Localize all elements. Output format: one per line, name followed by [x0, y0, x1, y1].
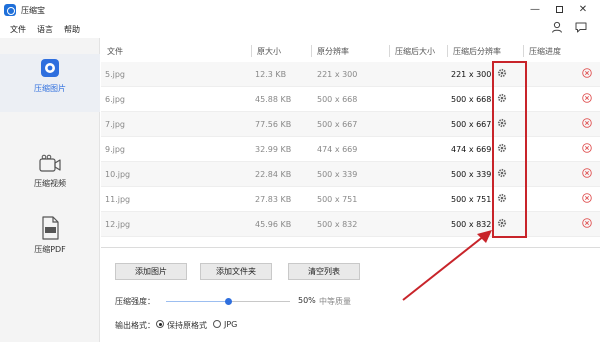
minimize-button[interactable]: — — [526, 2, 544, 17]
menu-bar: 文件 语言 帮助 — [0, 20, 600, 38]
file-name: 5.jpg — [105, 70, 126, 79]
original-resolution: 500 x 339 — [317, 170, 358, 179]
original-size: 32.99 KB — [255, 145, 292, 154]
compression-percent: 50% — [298, 296, 316, 305]
compression-slider-track-remaining[interactable] — [228, 301, 290, 302]
settings-gear-icon[interactable] — [497, 68, 507, 78]
original-resolution: 500 x 667 — [317, 120, 358, 129]
table-row[interactable]: 9.jpg 32.99 KB 474 x 669 474 x 669 — [101, 137, 600, 162]
header-progress[interactable]: 压缩进度 — [529, 46, 561, 57]
sidebar: 压缩图片 压缩视频 压缩PDF — [0, 38, 100, 342]
sidebar-item-label: 压缩图片 — [34, 84, 66, 93]
settings-gear-icon[interactable] — [497, 218, 507, 228]
column-separator — [523, 45, 524, 57]
file-name: 6.jpg — [105, 95, 126, 104]
settings-gear-icon[interactable] — [497, 143, 507, 153]
original-size: 22.84 KB — [255, 170, 292, 179]
close-button[interactable]: ✕ — [574, 2, 592, 17]
jpg-format-radio[interactable] — [213, 320, 221, 328]
compressed-resolution: 221 x 300 — [451, 70, 492, 79]
compressed-resolution: 500 x 668 — [451, 95, 492, 104]
column-separator — [389, 45, 390, 57]
compressed-resolution: 500 x 339 — [451, 170, 492, 179]
compressed-resolution: 500 x 751 — [451, 195, 492, 204]
file-name: 12.jpg — [105, 220, 131, 229]
original-size: 45.88 KB — [255, 95, 292, 104]
table-row[interactable]: 5.jpg 12.3 KB 221 x 300 221 x 300 — [101, 62, 600, 87]
settings-gear-icon[interactable] — [497, 193, 507, 203]
clear-list-button[interactable]: 清空列表 — [288, 263, 360, 280]
image-compress-icon — [41, 59, 59, 77]
original-size: 77.56 KB — [255, 120, 292, 129]
output-format-label: 输出格式： — [115, 321, 155, 330]
remove-file-icon[interactable] — [582, 118, 592, 128]
compressed-resolution: 474 x 669 — [451, 145, 492, 154]
sidebar-item-compress-video[interactable]: 压缩视频 — [0, 154, 100, 189]
sidebar-item-compress-image[interactable]: 压缩图片 — [0, 54, 100, 112]
file-name: 11.jpg — [105, 195, 131, 204]
sidebar-item-label: 压缩PDF — [34, 245, 66, 254]
compression-slider-handle[interactable] — [225, 298, 232, 305]
app-title: 压缩宝 — [21, 6, 45, 15]
original-size: 12.3 KB — [255, 70, 287, 79]
user-icon[interactable] — [550, 20, 564, 34]
remove-file-icon[interactable] — [582, 193, 592, 203]
original-resolution: 500 x 668 — [317, 95, 358, 104]
pdf-compress-icon — [42, 216, 59, 240]
compression-strength-label: 压缩强度： — [115, 297, 155, 306]
column-separator — [311, 45, 312, 57]
menu-file[interactable]: 文件 — [10, 24, 26, 35]
column-separator — [251, 45, 252, 57]
remove-file-icon[interactable] — [582, 143, 592, 153]
file-name: 7.jpg — [105, 120, 126, 129]
add-folder-button[interactable]: 添加文件夹 — [200, 263, 272, 280]
original-resolution: 474 x 669 — [317, 145, 358, 154]
maximize-icon — [555, 5, 563, 13]
table-row[interactable]: 6.jpg 45.88 KB 500 x 668 500 x 668 — [101, 87, 600, 112]
compression-quality-label: 中等质量 — [319, 297, 351, 306]
video-compress-icon — [39, 154, 61, 172]
add-image-button[interactable]: 添加图片 — [115, 263, 187, 280]
remove-file-icon[interactable] — [582, 218, 592, 228]
keep-format-radio[interactable] — [156, 320, 164, 328]
table-header: 文件 原大小 原分辨率 压缩后大小 压缩后分辨率 压缩进度 — [101, 41, 600, 63]
title-bar: 压缩宝 — ✕ — [0, 0, 600, 20]
table-row[interactable]: 11.jpg 27.83 KB 500 x 751 500 x 751 — [101, 187, 600, 212]
file-name: 9.jpg — [105, 145, 126, 154]
remove-file-icon[interactable] — [582, 168, 592, 178]
column-separator — [447, 45, 448, 57]
header-compressed-size[interactable]: 压缩后大小 — [395, 46, 435, 57]
original-size: 45.96 KB — [255, 220, 292, 229]
table-row[interactable]: 12.jpg 45.96 KB 500 x 832 500 x 832 — [101, 212, 600, 237]
compressed-resolution: 500 x 667 — [451, 120, 492, 129]
original-resolution: 500 x 751 — [317, 195, 358, 204]
sidebar-item-compress-pdf[interactable]: 压缩PDF — [0, 216, 100, 255]
menu-language[interactable]: 语言 — [37, 24, 53, 35]
sidebar-item-label: 压缩视频 — [34, 179, 66, 188]
file-name: 10.jpg — [105, 170, 131, 179]
keep-format-option-label[interactable]: 保持原格式 — [167, 320, 207, 331]
original-resolution: 500 x 832 — [317, 220, 358, 229]
header-original-resolution[interactable]: 原分辨率 — [317, 46, 349, 57]
app-logo-icon — [4, 4, 16, 16]
compressed-resolution: 500 x 832 — [451, 220, 492, 229]
remove-file-icon[interactable] — [582, 68, 592, 78]
settings-gear-icon[interactable] — [497, 168, 507, 178]
remove-file-icon[interactable] — [582, 93, 592, 103]
maximize-button[interactable] — [550, 2, 568, 17]
main-panel: 文件 原大小 原分辨率 压缩后大小 压缩后分辨率 压缩进度 5.jpg 12.3 … — [101, 38, 600, 342]
menu-help[interactable]: 帮助 — [64, 24, 80, 35]
original-size: 27.83 KB — [255, 195, 292, 204]
jpg-format-option-label[interactable]: JPG — [224, 320, 237, 329]
header-compressed-resolution[interactable]: 压缩后分辨率 — [453, 46, 501, 57]
settings-gear-icon[interactable] — [497, 118, 507, 128]
bottom-panel: 添加图片 添加文件夹 清空列表 压缩强度： 50% 中等质量 输出格式： 保持原… — [101, 247, 600, 342]
table-row[interactable]: 7.jpg 77.56 KB 500 x 667 500 x 667 — [101, 112, 600, 137]
settings-gear-icon[interactable] — [497, 93, 507, 103]
table-row[interactable]: 10.jpg 22.84 KB 500 x 339 500 x 339 — [101, 162, 600, 187]
chat-icon[interactable] — [574, 20, 588, 34]
header-original-size[interactable]: 原大小 — [257, 46, 281, 57]
header-file[interactable]: 文件 — [107, 46, 123, 57]
original-resolution: 221 x 300 — [317, 70, 358, 79]
